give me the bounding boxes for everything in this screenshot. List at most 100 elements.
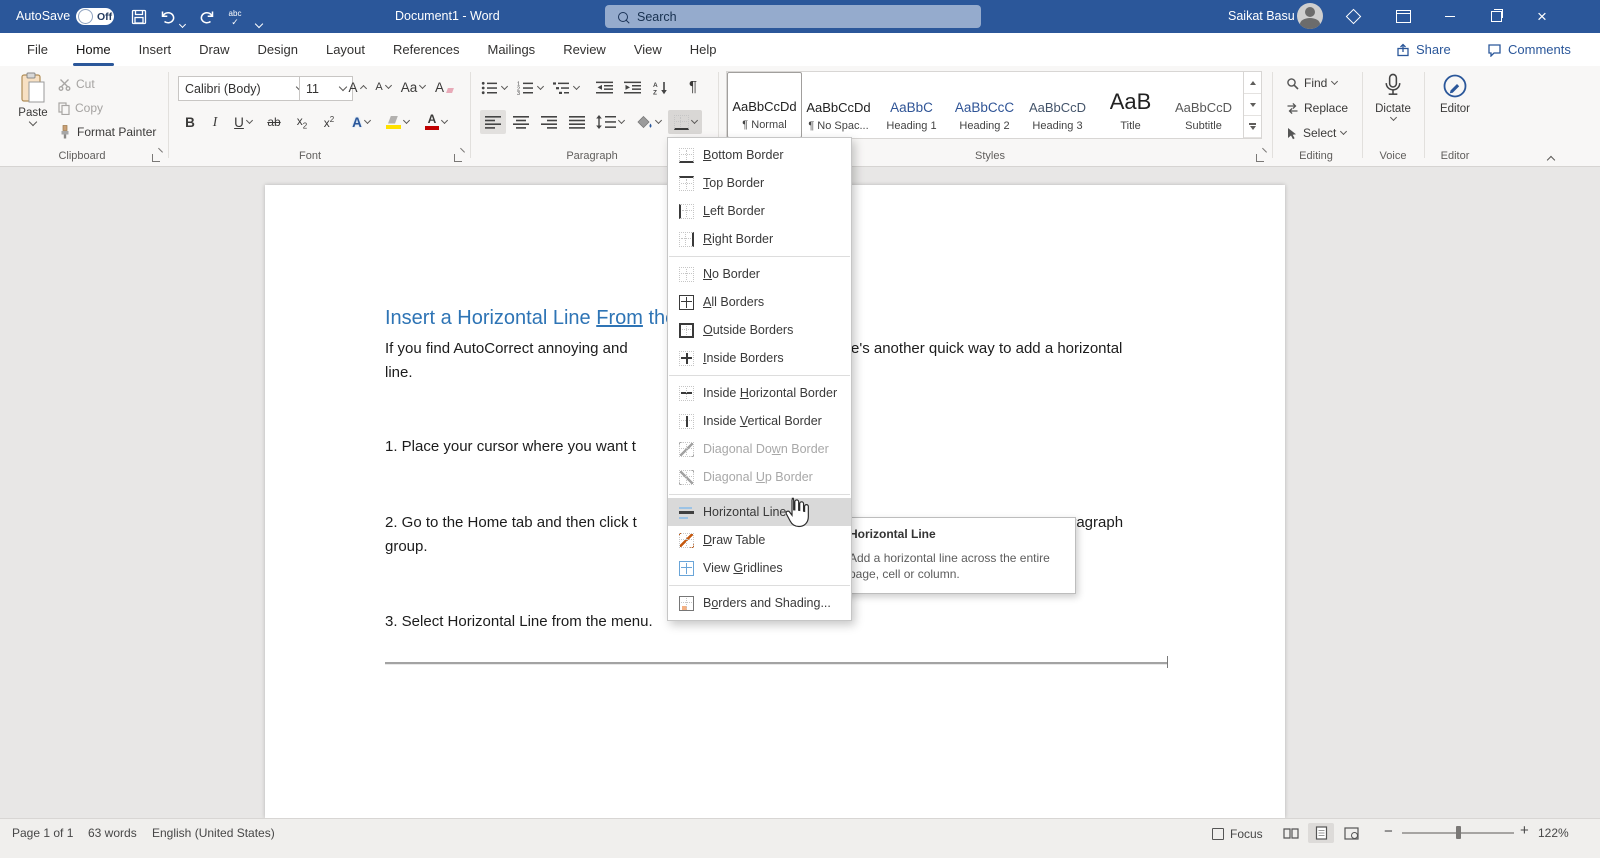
copy-button[interactable]: Copy: [58, 101, 103, 115]
menu-item-inside-borders[interactable]: Inside Borders: [668, 344, 851, 372]
style-normal[interactable]: AaBbCcDd ¶ Normal: [727, 72, 802, 138]
menu-item-no-border[interactable]: No Border: [668, 260, 851, 288]
show-formatting-marks-button[interactable]: ¶: [680, 74, 706, 98]
autosave-toggle[interactable]: Off: [76, 8, 114, 25]
numbering-button[interactable]: 123: [515, 76, 545, 100]
menu-item-borders-and-shading[interactable]: Borders and Shading...: [668, 589, 851, 617]
grow-font-button[interactable]: A: [345, 75, 369, 99]
page-info[interactable]: Page 1 of 1: [12, 826, 73, 840]
find-button[interactable]: Find: [1286, 76, 1337, 90]
menu-item-draw-table[interactable]: Draw Table: [668, 526, 851, 554]
text-effects-button[interactable]: A: [346, 110, 376, 134]
shading-button[interactable]: [632, 110, 664, 134]
menu-item-top-border[interactable]: Top Border: [668, 169, 851, 197]
borders-button[interactable]: [668, 110, 702, 134]
whats-new-button[interactable]: [1340, 0, 1366, 33]
line-spacing-button[interactable]: [594, 110, 626, 134]
language-indicator[interactable]: English (United States): [152, 826, 275, 840]
font-color-button[interactable]: A: [420, 110, 452, 134]
comments-button[interactable]: Comments: [1487, 33, 1571, 66]
tab-home[interactable]: Home: [62, 33, 125, 66]
dictate-button[interactable]: Dictate: [1368, 72, 1418, 120]
tab-mailings[interactable]: Mailings: [474, 33, 550, 66]
tab-design[interactable]: Design: [244, 33, 312, 66]
decrease-indent-button[interactable]: [592, 76, 618, 100]
style-heading-1[interactable]: AaBbC Heading 1: [875, 72, 948, 138]
shrink-font-button[interactable]: A: [371, 75, 395, 99]
align-right-button[interactable]: [536, 110, 562, 134]
zoom-in-button[interactable]: +: [1520, 822, 1529, 839]
tab-insert[interactable]: Insert: [125, 33, 186, 66]
style-title[interactable]: AaB Title: [1094, 72, 1167, 138]
zoom-slider-thumb[interactable]: [1456, 826, 1461, 839]
cut-button[interactable]: Cut: [58, 77, 95, 91]
search-box[interactable]: Search: [605, 5, 981, 28]
customize-quick-access-button[interactable]: [256, 14, 262, 32]
underline-button[interactable]: U: [228, 110, 258, 134]
redo-button[interactable]: [194, 0, 220, 33]
tab-layout[interactable]: Layout: [312, 33, 379, 66]
read-mode-button[interactable]: [1278, 823, 1304, 843]
restore-button[interactable]: [1473, 0, 1519, 33]
editor-button[interactable]: Editor: [1430, 72, 1480, 115]
minimize-button[interactable]: [1427, 0, 1473, 33]
zoom-level[interactable]: 122%: [1538, 826, 1569, 840]
bold-button[interactable]: B: [178, 110, 202, 134]
menu-item-left-border[interactable]: Left Border: [668, 197, 851, 225]
menu-item-horizontal-line[interactable]: Horizontal Line: [668, 498, 851, 526]
style-no-spacing[interactable]: AaBbCcDd ¶ No Spac...: [802, 72, 875, 138]
style-subtitle[interactable]: AaBbCcD Subtitle: [1167, 72, 1240, 138]
change-case-button[interactable]: Aa: [398, 75, 428, 99]
strikethrough-button[interactable]: ab: [261, 110, 287, 134]
justify-button[interactable]: [564, 110, 590, 134]
align-left-button[interactable]: [480, 110, 506, 134]
save-button[interactable]: [126, 0, 152, 33]
format-painter-button[interactable]: Format Painter: [58, 125, 156, 139]
menu-item-inside-vertical-border[interactable]: Inside Vertical Border: [668, 407, 851, 435]
italic-button[interactable]: I: [203, 110, 227, 134]
print-layout-button[interactable]: [1308, 823, 1334, 843]
web-layout-button[interactable]: [1338, 823, 1364, 843]
close-button[interactable]: ×: [1519, 0, 1565, 33]
collapse-ribbon-button[interactable]: [1548, 150, 1554, 168]
share-button[interactable]: Share: [1396, 33, 1451, 66]
clear-formatting-button[interactable]: A: [432, 75, 456, 99]
menu-item-outside-borders[interactable]: Outside Borders: [668, 316, 851, 344]
tab-references[interactable]: References: [379, 33, 473, 66]
menu-item-bottom-border[interactable]: Bottom Border: [668, 141, 851, 169]
undo-dropdown[interactable]: [180, 14, 185, 32]
paste-button[interactable]: Paste: [12, 72, 54, 125]
menu-item-view-gridlines[interactable]: View Gridlines: [668, 554, 851, 582]
font-dialog-launcher[interactable]: [454, 151, 465, 162]
font-name-combo[interactable]: Calibri (Body): [178, 76, 310, 101]
gallery-scroll-up-button[interactable]: [1244, 72, 1261, 94]
focus-button[interactable]: Focus: [1212, 827, 1263, 841]
select-button[interactable]: Select: [1286, 126, 1346, 140]
avatar[interactable]: [1297, 3, 1323, 29]
bullets-button[interactable]: [479, 76, 509, 100]
ribbon-display-options-button[interactable]: [1390, 0, 1416, 33]
clipboard-dialog-launcher[interactable]: [152, 151, 163, 162]
tab-review[interactable]: Review: [549, 33, 620, 66]
undo-button[interactable]: [154, 0, 180, 33]
align-center-button[interactable]: [508, 110, 534, 134]
replace-button[interactable]: Replace: [1286, 101, 1348, 115]
menu-item-inside-horizontal-border[interactable]: Inside Horizontal Border: [668, 379, 851, 407]
gallery-more-button[interactable]: [1244, 116, 1261, 138]
tab-help[interactable]: Help: [676, 33, 731, 66]
style-heading-3[interactable]: AaBbCcD Heading 3: [1021, 72, 1094, 138]
zoom-out-button[interactable]: −: [1384, 823, 1393, 840]
superscript-button[interactable]: x2: [316, 110, 342, 134]
highlight-color-button[interactable]: [381, 110, 413, 134]
tab-view[interactable]: View: [620, 33, 676, 66]
style-heading-2[interactable]: AaBbCcC Heading 2: [948, 72, 1021, 138]
subscript-button[interactable]: x2: [289, 110, 315, 134]
spelling-check-button[interactable]: abc✓: [222, 0, 248, 33]
menu-item-right-border[interactable]: Right Border: [668, 225, 851, 253]
tab-draw[interactable]: Draw: [185, 33, 243, 66]
word-count[interactable]: 63 words: [88, 826, 137, 840]
tab-file[interactable]: File: [13, 33, 62, 66]
menu-item-all-borders[interactable]: All Borders: [668, 288, 851, 316]
gallery-scroll-down-button[interactable]: [1244, 94, 1261, 116]
increase-indent-button[interactable]: [620, 76, 646, 100]
